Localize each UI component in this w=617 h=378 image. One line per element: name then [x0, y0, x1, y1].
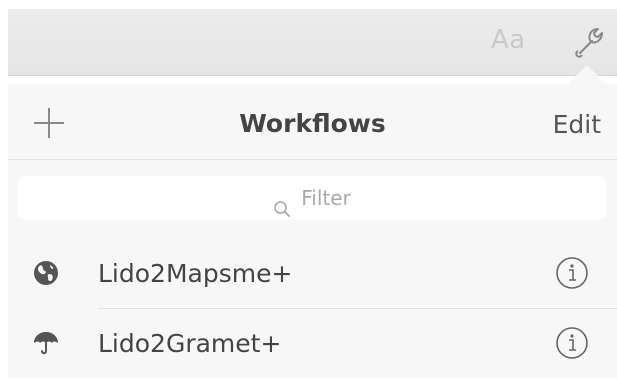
search-icon — [273, 189, 291, 217]
info-icon[interactable] — [554, 255, 590, 291]
wrench-icon[interactable] — [572, 23, 608, 59]
workflow-name: Lido2Mapsme+ — [98, 259, 293, 288]
globe-icon — [32, 259, 60, 287]
app-screen: Aa Workflows Edit Filter Lido2Mapsme+ Li… — [0, 0, 617, 378]
workflow-row[interactable]: Lido2Gramet+ — [8, 309, 617, 378]
workflows-popover: Workflows Edit Filter Lido2Mapsme+ Lido2… — [8, 84, 617, 378]
workflow-row[interactable]: Lido2Mapsme+ — [8, 239, 617, 309]
search-placeholder: Filter — [301, 186, 351, 210]
top-toolbar: Aa — [8, 9, 617, 76]
popover-arrow — [567, 65, 607, 85]
popover-header: Workflows Edit — [8, 84, 617, 160]
filter-search-field[interactable]: Filter — [18, 176, 606, 220]
edit-button[interactable]: Edit — [553, 110, 601, 139]
info-icon[interactable] — [554, 325, 590, 361]
popover-title: Workflows — [239, 109, 386, 138]
font-size-button[interactable]: Aa — [491, 25, 526, 55]
workflow-name: Lido2Gramet+ — [98, 329, 282, 358]
header-divider — [8, 159, 617, 160]
search-field-content: Filter — [18, 176, 606, 220]
umbrella-icon — [32, 329, 60, 357]
